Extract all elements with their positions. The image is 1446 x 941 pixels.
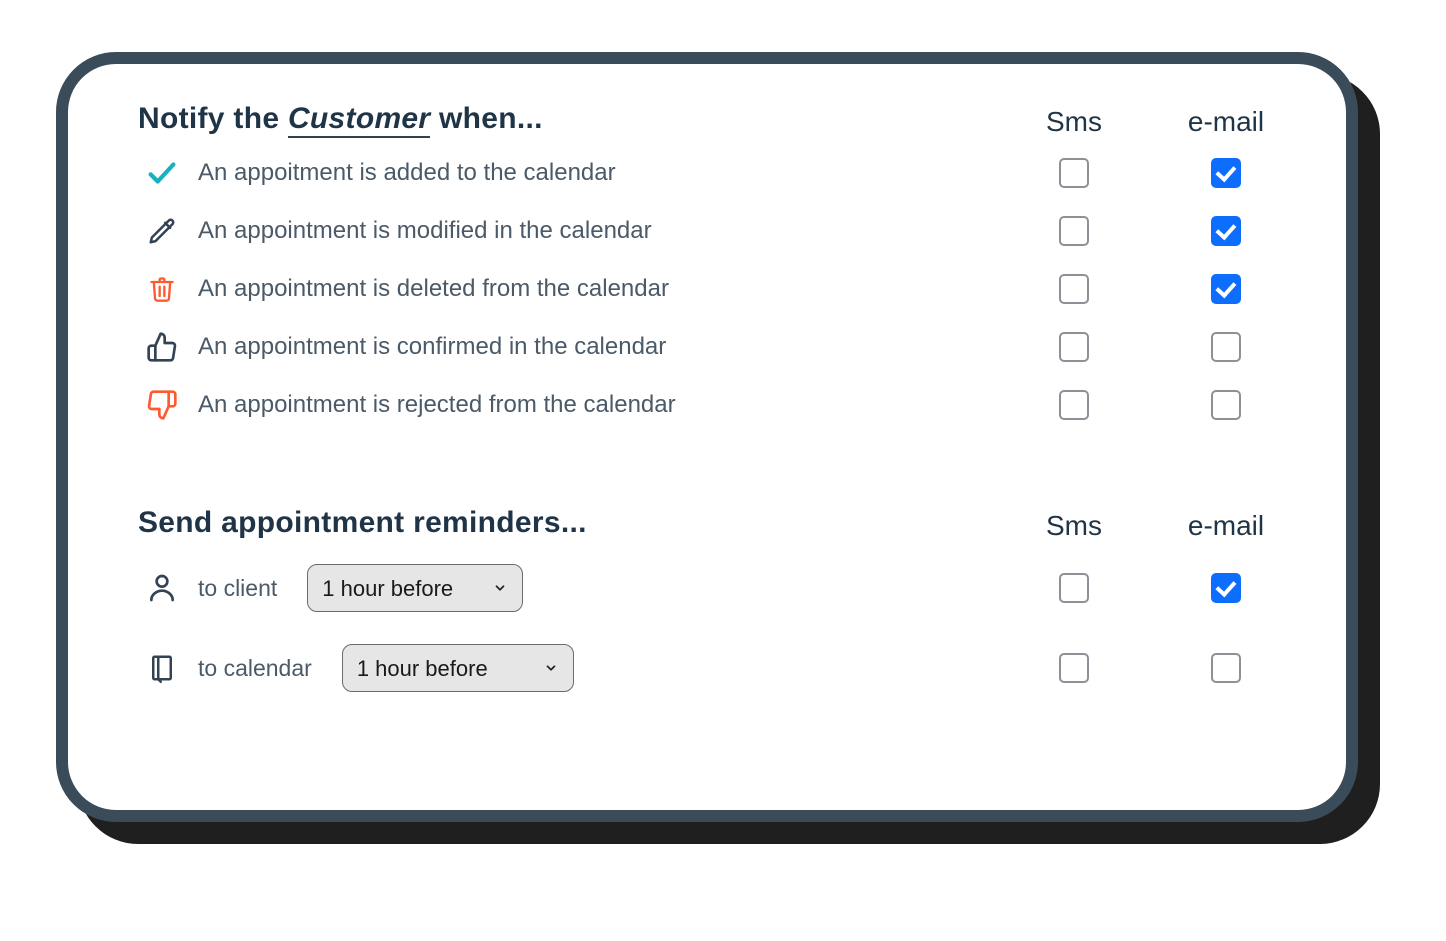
- notify-column-header-email: e-mail: [1156, 106, 1296, 138]
- notify-heading-emphasis: Customer: [288, 102, 430, 138]
- notify-row-label-added: An appoitment is added to the calendar: [198, 144, 992, 202]
- notify-row-sms-checkbox-deleted[interactable]: [1059, 274, 1089, 304]
- reminder-row-calendar: to calendar 1 hour before: [198, 628, 992, 708]
- thumbs-down-icon: [138, 376, 186, 434]
- notify-row-label-rejected: An appointment is rejected from the cale…: [198, 376, 992, 434]
- trash-icon: [138, 260, 186, 318]
- thumbs-up-icon: [138, 318, 186, 376]
- notify-row-email-checkbox-rejected[interactable]: [1211, 390, 1241, 420]
- notify-row-label-deleted: An appointment is deleted from the calen…: [198, 260, 992, 318]
- reminders-heading: Send appointment reminders...: [138, 504, 992, 548]
- reminder-email-checkbox-calendar[interactable]: [1211, 653, 1241, 683]
- layout-grid: Notify the Customer when... Sms e-mail A…: [138, 100, 1296, 708]
- notify-heading: Notify the Customer when...: [138, 100, 992, 144]
- reminder-row-label-client: to client: [198, 575, 277, 602]
- notify-row-email-checkbox-deleted[interactable]: [1211, 274, 1241, 304]
- notify-heading-prefix: Notify the: [138, 102, 288, 135]
- settings-panel: Notify the Customer when... Sms e-mail A…: [56, 52, 1358, 822]
- reminder-email-checkbox-client[interactable]: [1211, 573, 1241, 603]
- check-icon: [138, 144, 186, 202]
- person-icon: [138, 548, 186, 628]
- reminder-sms-checkbox-client[interactable]: [1059, 573, 1089, 603]
- notebook-icon: [138, 628, 186, 708]
- pencil-icon: [138, 202, 186, 260]
- notify-row-label-confirmed: An appointment is confirmed in the calen…: [198, 318, 992, 376]
- notify-row-email-checkbox-confirmed[interactable]: [1211, 332, 1241, 362]
- reminders-column-header-email: e-mail: [1156, 510, 1296, 542]
- notify-column-header-sms: Sms: [1004, 106, 1144, 138]
- notify-row-sms-checkbox-confirmed[interactable]: [1059, 332, 1089, 362]
- reminder-sms-checkbox-calendar[interactable]: [1059, 653, 1089, 683]
- notify-row-email-checkbox-added[interactable]: [1211, 158, 1241, 188]
- notify-row-email-checkbox-modified[interactable]: [1211, 216, 1241, 246]
- reminder-row-client: to client 1 hour before: [198, 548, 992, 628]
- reminder-row-label-calendar: to calendar: [198, 655, 312, 682]
- reminder-time-select-client[interactable]: 1 hour before: [307, 564, 523, 612]
- reminder-time-select-calendar[interactable]: 1 hour before: [342, 644, 574, 692]
- notify-row-sms-checkbox-added[interactable]: [1059, 158, 1089, 188]
- notify-row-sms-checkbox-modified[interactable]: [1059, 216, 1089, 246]
- notify-row-sms-checkbox-rejected[interactable]: [1059, 390, 1089, 420]
- notify-row-label-modified: An appointment is modified in the calend…: [198, 202, 992, 260]
- notify-heading-suffix: when...: [430, 102, 542, 135]
- reminders-column-header-sms: Sms: [1004, 510, 1144, 542]
